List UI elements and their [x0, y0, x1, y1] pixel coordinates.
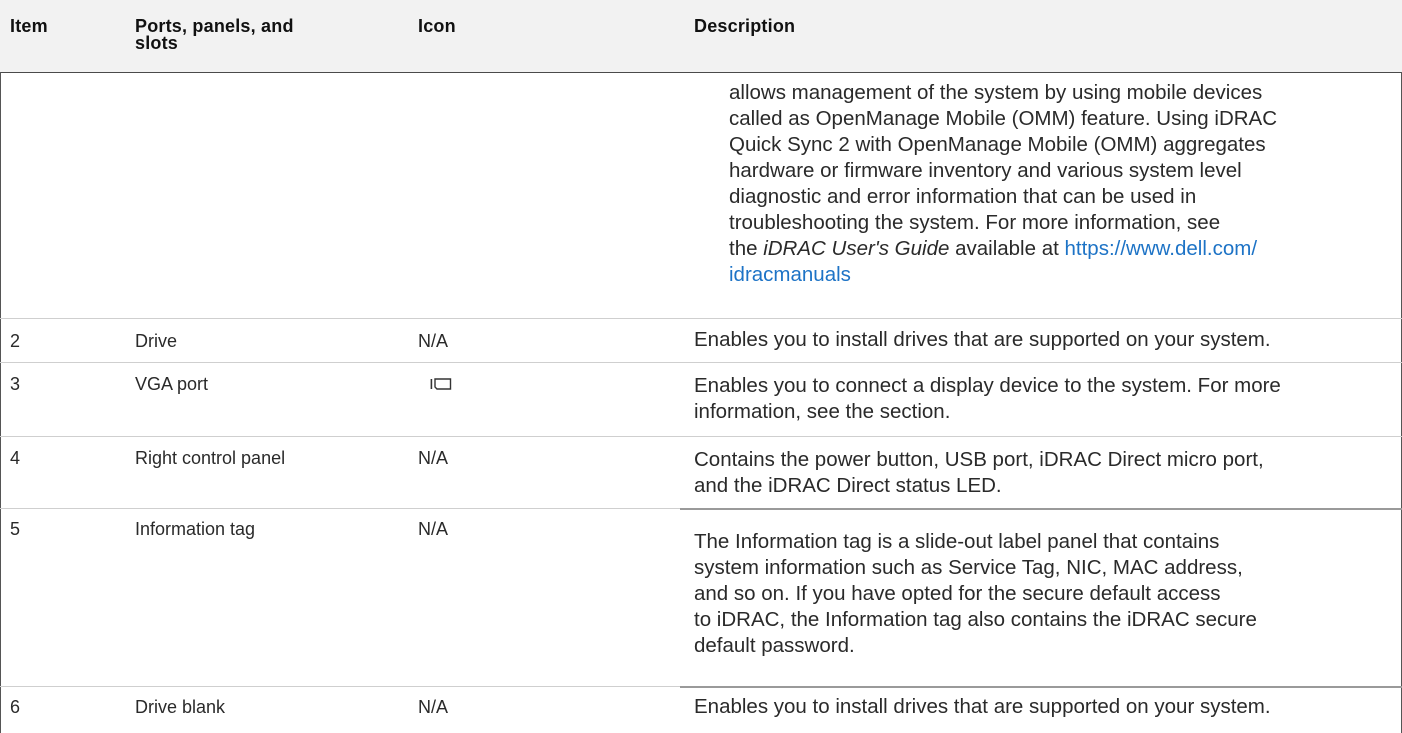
header-icon: Icon [418, 16, 456, 36]
row-description: Enables you to connect a display device … [694, 374, 1281, 423]
desc-line: Quick Sync 2 with OpenManage Mobile (OMM… [729, 133, 1266, 156]
row-description: The Information tag is a slide-out label… [694, 530, 1257, 657]
row-divider [0, 508, 680, 509]
row-icon: N/A [418, 697, 449, 717]
row-divider-thick [680, 686, 1402, 688]
desc-line: called as OpenManage Mobile (OMM) featur… [729, 107, 1278, 130]
vga-port-icon [430, 378, 452, 390]
row-item: 3 [10, 374, 21, 394]
row-port: Right control panel [135, 448, 286, 468]
row-icon: N/A [418, 519, 449, 539]
row-description: Enables you to install drives that are s… [694, 695, 1271, 718]
row-item: 5 [10, 519, 21, 539]
row-port: Drive [135, 331, 178, 351]
guide-title: iDRAC User's Guide [763, 237, 950, 260]
desc-line: allows management of the system by using… [729, 81, 1263, 104]
desc-line: troubleshooting the system. For more inf… [729, 211, 1221, 234]
row-item: 2 [10, 331, 21, 351]
row-port: VGA port [135, 374, 209, 394]
row-item: 6 [10, 697, 21, 717]
row-port: Drive blank [135, 697, 226, 717]
continued-description: allows management of the system by using… [729, 80, 1394, 288]
desc-line: hardware or firmware inventory and vario… [729, 159, 1242, 182]
idrac-manuals-link[interactable]: https://www.dell.com/ [1065, 237, 1258, 260]
left-border [0, 72, 1, 733]
row-icon: N/A [418, 448, 449, 468]
row-divider [0, 436, 1402, 437]
desc-line: the iDRAC User's Guide available at http… [729, 237, 1258, 260]
desc-line: idracmanuals [729, 262, 1394, 288]
row-divider [0, 362, 1402, 363]
row-divider [0, 318, 1402, 319]
header-ports: Ports, panels, and slots [135, 16, 294, 53]
row-divider [0, 686, 680, 687]
row-port: Information tag [135, 519, 256, 539]
table-header: Item Ports, panels, and slots Icon Descri… [0, 0, 1402, 73]
row-description: Contains the power button, USB port, iDR… [694, 448, 1264, 497]
row-icon: N/A [418, 331, 449, 351]
header-item: Item [10, 16, 48, 36]
desc-line: diagnostic and error information that ca… [729, 185, 1197, 208]
idrac-manuals-link-cont[interactable]: idracmanuals [729, 263, 851, 286]
row-divider-thick [680, 508, 1402, 510]
header-description: Description [694, 16, 796, 36]
row-description: Enables you to install drives that are s… [694, 328, 1271, 351]
row-item: 4 [10, 448, 21, 468]
